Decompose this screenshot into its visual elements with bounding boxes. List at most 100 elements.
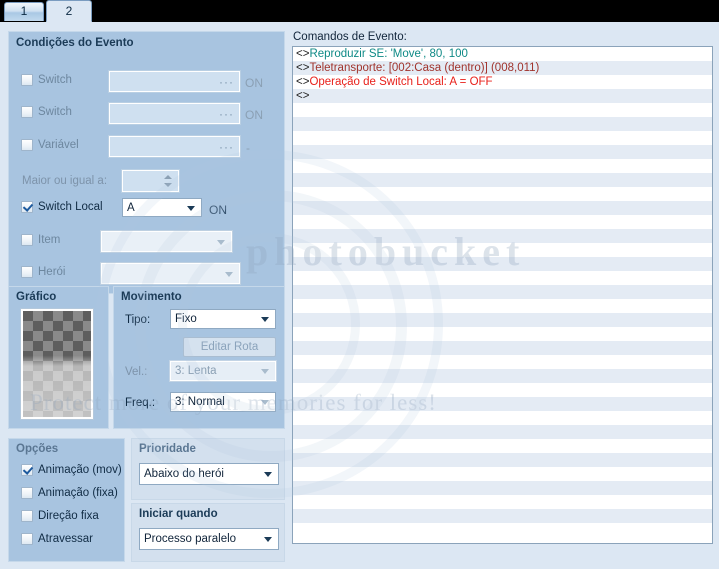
event-command-row-empty[interactable] [293,467,712,481]
condition-variable-field[interactable]: ··· [108,135,241,158]
event-command-row-empty[interactable] [293,369,712,383]
condition-item-checkbox[interactable]: Item [21,234,60,246]
options-title: Opções [16,443,59,455]
option-through-checkbox[interactable]: Atravessar [21,533,93,545]
event-command-row-empty[interactable] [293,131,712,145]
local-switch-state: ON [209,203,227,217]
event-command-row[interactable]: <> [293,89,712,103]
event-command-row-empty[interactable] [293,229,712,243]
edit-route-label: Editar Rota [200,341,259,353]
option-animation-fixed-checkbox[interactable]: Animação (fixa) [21,487,118,499]
edit-route-button[interactable]: Editar Rota [183,337,276,357]
spinner-up-icon[interactable] [164,175,172,179]
event-command-row-empty[interactable] [293,453,712,467]
event-command-row-empty[interactable] [293,215,712,229]
event-command-row-empty[interactable] [293,383,712,397]
event-command-row-empty[interactable] [293,145,712,159]
variable-compare-label: Maior ou igual a: [22,175,108,187]
condition-switch-2-checkbox[interactable]: Switch [21,106,72,118]
event-commands-label: Comandos de Evento: [293,31,407,43]
event-command-row-empty[interactable] [293,341,712,355]
event-command-row-empty[interactable] [293,523,712,537]
checkbox-box [21,533,33,545]
condition-switch-2-label: Switch [38,106,72,118]
checkbox-box [21,510,33,522]
checkbox-box [21,464,33,476]
ellipsis-icon: ··· [219,139,234,154]
condition-switch-2-field[interactable]: ··· [108,102,241,125]
graphic-fade-overlay [23,311,91,417]
command-marker: <> [296,62,310,74]
variable-compare-spinner[interactable] [121,169,180,193]
event-commands-list[interactable]: <>Reproduzir SE: 'Move', 80, 100 <>Teletr… [292,46,713,544]
priority-select[interactable]: Abaixo do herói [139,463,279,485]
event-command-row-empty[interactable] [293,103,712,117]
condition-switch-1-checkbox[interactable]: Switch [21,74,72,86]
event-command-row-empty[interactable] [293,187,712,201]
event-editor-window: 1 2 Condições do Evento Switch ··· ON Sw… [0,0,719,569]
event-command-row-empty[interactable] [293,397,712,411]
event-command-row-empty[interactable] [293,173,712,187]
ellipsis-icon: ··· [219,106,234,121]
event-command-row-empty[interactable] [293,509,712,523]
trigger-value: Processo paralelo [144,533,237,545]
chevron-down-icon [261,317,269,322]
option-animation-move-label: Animação (mov) [38,464,122,476]
movement-freq-select[interactable]: 3: Normal [170,392,276,412]
event-command-row-empty[interactable] [293,411,712,425]
local-switch-select[interactable]: A [122,198,202,217]
graphic-group: Gráfico [8,286,109,429]
trigger-select[interactable]: Processo paralelo [139,528,279,550]
event-command-row[interactable]: <>Reproduzir SE: 'Move', 80, 100 [293,47,712,61]
option-animation-move-checkbox[interactable]: Animação (mov) [21,464,122,476]
event-command-row-empty[interactable] [293,313,712,327]
condition-item-label: Item [38,234,61,246]
chevron-down-icon [217,239,225,245]
event-command-row-empty[interactable] [293,257,712,271]
condition-variable-checkbox[interactable]: Variável [21,139,79,151]
checkbox-box [21,487,33,499]
event-command-row-empty[interactable] [293,117,712,131]
graphic-thumbnail[interactable] [20,308,94,420]
condition-item-select[interactable] [100,230,233,253]
event-command-row-empty[interactable] [293,243,712,257]
command-text: Teletransporte: [002:Casa (dentro)] (008… [309,62,540,74]
chevron-down-icon [264,472,272,477]
event-command-row-empty[interactable] [293,327,712,341]
option-animation-fixed-label: Animação (fixa) [38,487,118,499]
condition-hero-select[interactable] [100,262,241,285]
event-command-row-empty[interactable] [293,271,712,285]
movement-type-select[interactable]: Fixo [170,309,276,329]
event-command-row[interactable]: <>Teletransporte: [002:Casa (dentro)] (0… [293,61,712,75]
checkbox-box [21,201,33,213]
event-command-row[interactable]: <>Operação de Switch Local: A = OFF [293,75,712,89]
event-command-row-empty[interactable] [293,481,712,495]
tab-page-1[interactable]: 1 [4,2,44,21]
priority-value: Abaixo do herói [144,468,224,480]
event-command-row-empty[interactable] [293,285,712,299]
tab-page-2[interactable]: 2 [46,0,92,22]
event-command-row-empty[interactable] [293,355,712,369]
condition-local-switch-checkbox[interactable]: Switch Local [21,201,103,213]
event-command-row-empty[interactable] [293,495,712,509]
checkbox-box [21,106,33,118]
spinner-down-icon[interactable] [164,183,172,187]
command-text: Operação de Switch Local: A = OFF [309,76,493,88]
event-command-row-empty[interactable] [293,201,712,215]
movement-speed-label: Vel.: [125,366,148,378]
chevron-down-icon [187,205,195,211]
condition-hero-checkbox[interactable]: Herói [21,266,65,278]
event-command-row-empty[interactable] [293,159,712,173]
event-conditions-title: Condições do Evento [16,37,134,49]
option-through-label: Atravessar [38,533,93,545]
event-command-row-empty[interactable] [293,299,712,313]
movement-group: Movimento Tipo: Fixo Editar Rota Vel.: 3… [113,286,285,429]
event-command-row-empty[interactable] [293,439,712,453]
condition-switch-1-field[interactable]: ··· [108,70,241,93]
event-command-row-empty[interactable] [293,425,712,439]
option-fixed-direction-checkbox[interactable]: Direção fixa [21,510,99,522]
condition-variable-state: - [246,141,250,155]
movement-title: Movimento [121,291,182,303]
movement-speed-select[interactable]: 3: Lenta [169,360,277,382]
condition-switch-1-label: Switch [38,74,72,86]
